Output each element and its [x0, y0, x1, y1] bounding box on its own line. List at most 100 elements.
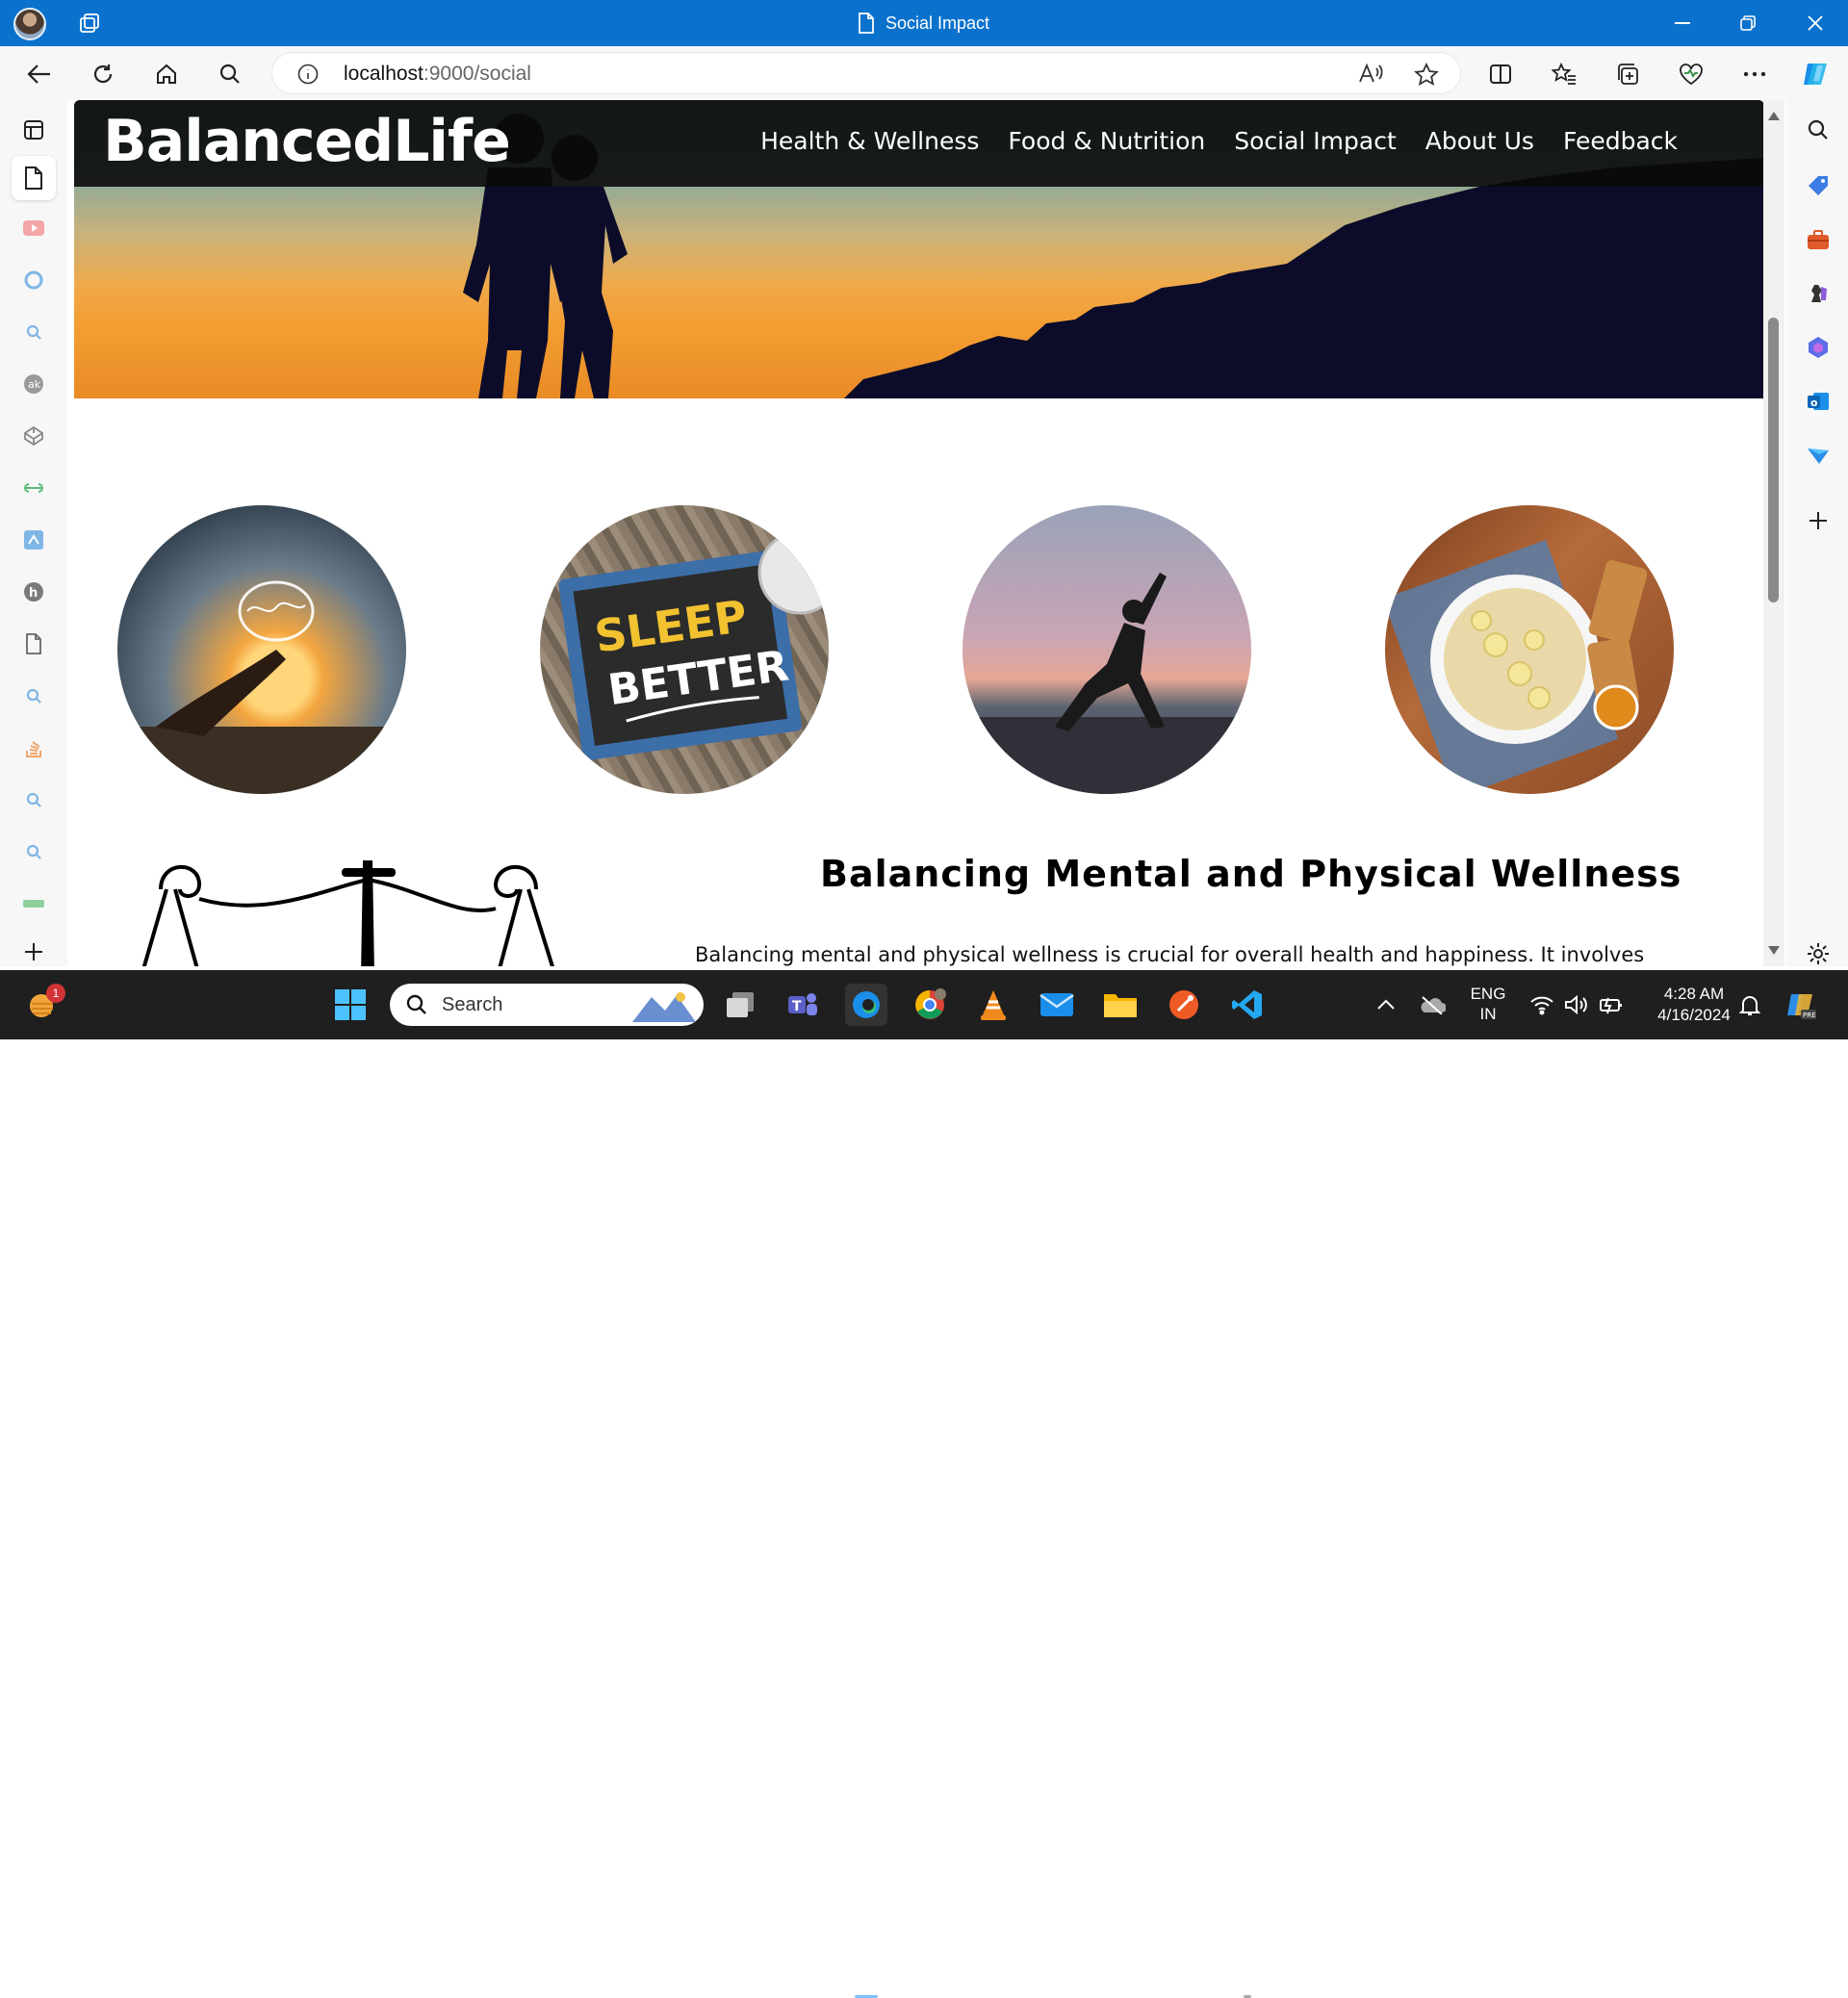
file-explorer-icon[interactable]: [1099, 984, 1142, 1026]
favorite-star-icon[interactable]: [1414, 62, 1439, 90]
ak-tab-icon[interactable]: ak: [17, 368, 50, 400]
nav-link-about-us[interactable]: About Us: [1425, 127, 1534, 155]
nav-link-feedback[interactable]: Feedback: [1563, 127, 1678, 155]
youtube-tab-icon[interactable]: [17, 212, 50, 244]
sidebar-search-icon[interactable]: [1802, 114, 1835, 146]
onedrive-offline-icon[interactable]: [1411, 984, 1453, 1026]
task-view-icon[interactable]: [719, 984, 761, 1026]
site-info-icon[interactable]: [297, 64, 319, 89]
notifications-bell-icon[interactable]: [1729, 984, 1771, 1026]
favorites-icon[interactable]: [1546, 56, 1582, 92]
page-tab-icon[interactable]: [17, 628, 50, 660]
minimize-button[interactable]: [1659, 8, 1706, 38]
send-icon[interactable]: [1802, 439, 1835, 472]
brain-hand-sunset-image: [117, 505, 406, 794]
partial-tab-icon[interactable]: [17, 887, 50, 920]
profile-avatar[interactable]: [13, 8, 46, 40]
svg-text:o: o: [1810, 397, 1818, 409]
codepen-tab-icon[interactable]: [17, 420, 50, 452]
home-button[interactable]: [148, 56, 185, 92]
shopping-tag-icon[interactable]: [1802, 169, 1835, 202]
nav-link-food-nutrition[interactable]: Food & Nutrition: [1008, 127, 1205, 155]
outlook-icon[interactable]: o: [1802, 385, 1835, 418]
gfg-tab-icon[interactable]: [17, 472, 50, 504]
notification-badge: 1: [46, 984, 65, 1003]
sidebar-settings-icon[interactable]: [1802, 937, 1835, 970]
app-tab-icon[interactable]: [17, 524, 50, 556]
read-aloud-icon[interactable]: [1358, 63, 1383, 90]
tools-briefcase-icon[interactable]: [1802, 223, 1835, 256]
web-page-viewport: BalancedLife Health & Wellness Food & Nu…: [74, 100, 1764, 966]
nav-link-health-wellness[interactable]: Health & Wellness: [760, 127, 979, 155]
close-button[interactable]: [1792, 8, 1838, 38]
microsoft-365-icon[interactable]: [1802, 331, 1835, 364]
collections-icon[interactable]: [1609, 56, 1646, 92]
edge-sidebar: o: [1786, 100, 1848, 966]
games-chess-icon[interactable]: [1802, 277, 1835, 310]
mail-icon[interactable]: [1036, 984, 1078, 1026]
show-hidden-icons-chevron-icon[interactable]: [1365, 984, 1407, 1026]
teams-icon[interactable]: T: [782, 984, 824, 1026]
vertical-tab-social-impact[interactable]: [12, 156, 56, 200]
active-tab[interactable]: Social Impact: [857, 12, 989, 35]
search-tab-icon-3[interactable]: [17, 783, 50, 816]
browser-title-bar: Social Impact: [0, 0, 1848, 46]
scrollbar-thumb[interactable]: [1768, 318, 1779, 602]
nav-link-social-impact[interactable]: Social Impact: [1234, 127, 1397, 155]
svg-text:PRE: PRE: [1803, 1012, 1816, 1019]
site-header: BalancedLife Health & Wellness Food & Nu…: [74, 100, 1764, 187]
search-tab-icon-4[interactable]: [17, 835, 50, 868]
scroll-up-arrow[interactable]: [1768, 112, 1780, 120]
taskbar-search-icon: [405, 993, 428, 1020]
copilot-taskbar-icon[interactable]: PRE: [1781, 984, 1823, 1026]
sidebar-add-icon[interactable]: [1802, 504, 1835, 537]
back-button[interactable]: [21, 56, 58, 92]
vertical-tabs-sidebar: ak h: [0, 100, 67, 966]
yoga-sunset-image: [962, 505, 1251, 794]
section-paragraph: Balancing mental and physical wellness i…: [695, 943, 1645, 966]
taskbar-search-label: Search: [442, 994, 503, 1015]
browser-toolbar: localhost:9000/social: [0, 46, 1848, 100]
url-text[interactable]: localhost:9000/social: [344, 63, 531, 86]
site-logo[interactable]: BalancedLife: [103, 108, 511, 175]
more-menu-icon[interactable]: [1736, 56, 1773, 92]
site-nav-menu: Health & Wellness Food & Nutrition Socia…: [760, 127, 1678, 155]
chrome-icon[interactable]: [909, 984, 951, 1026]
taskbar-search-box[interactable]: Search: [390, 984, 704, 1026]
tab-actions-icon[interactable]: [17, 114, 50, 146]
tab-title-text: Social Impact: [886, 13, 990, 33]
stackoverflow-tab-icon[interactable]: [17, 731, 50, 764]
copilot-icon[interactable]: [1798, 56, 1835, 92]
page-icon: [859, 13, 874, 34]
browser-essentials-icon[interactable]: [1673, 56, 1709, 92]
vlc-icon[interactable]: [972, 984, 1014, 1026]
page-scrollbar[interactable]: [1763, 100, 1784, 966]
language-indicator[interactable]: ENG IN: [1463, 984, 1513, 1024]
postman-icon[interactable]: [1163, 984, 1205, 1026]
start-button[interactable]: [329, 984, 372, 1026]
search-icon[interactable]: [212, 56, 248, 92]
svg-text:ak: ak: [28, 378, 41, 391]
hero-banner: BalancedLife Health & Wellness Food & Nu…: [74, 100, 1764, 398]
search-highlight-image: [632, 987, 696, 1026]
edge-tab-icon[interactable]: [17, 264, 50, 296]
vscode-icon[interactable]: [1226, 984, 1269, 1026]
search-tab-icon-1[interactable]: [17, 316, 50, 348]
banana-bowl-image: [1385, 505, 1674, 794]
svg-text:T: T: [792, 999, 802, 1014]
scroll-down-arrow[interactable]: [1768, 946, 1780, 955]
sleep-better-image: SLEEP BETTER: [540, 505, 829, 794]
battery-icon[interactable]: [1590, 984, 1632, 1026]
split-screen-icon[interactable]: [1482, 56, 1519, 92]
windows-taskbar: 1 Search T ENG IN 4:28 AM 4/16/2024 PRE: [0, 970, 1848, 1998]
hashnode-tab-icon[interactable]: h: [17, 576, 50, 608]
new-tab-plus-icon[interactable]: [17, 935, 50, 968]
workspaces-icon[interactable]: [77, 12, 102, 37]
restore-button[interactable]: [1725, 8, 1771, 38]
address-bar[interactable]: localhost:9000/social: [271, 52, 1461, 94]
svg-text:h: h: [29, 586, 38, 601]
edge-taskbar-icon[interactable]: [845, 984, 887, 1026]
search-tab-icon-2[interactable]: [17, 679, 50, 712]
section-title: Balancing Mental and Physical Wellness: [820, 853, 1682, 895]
refresh-button[interactable]: [85, 56, 121, 92]
